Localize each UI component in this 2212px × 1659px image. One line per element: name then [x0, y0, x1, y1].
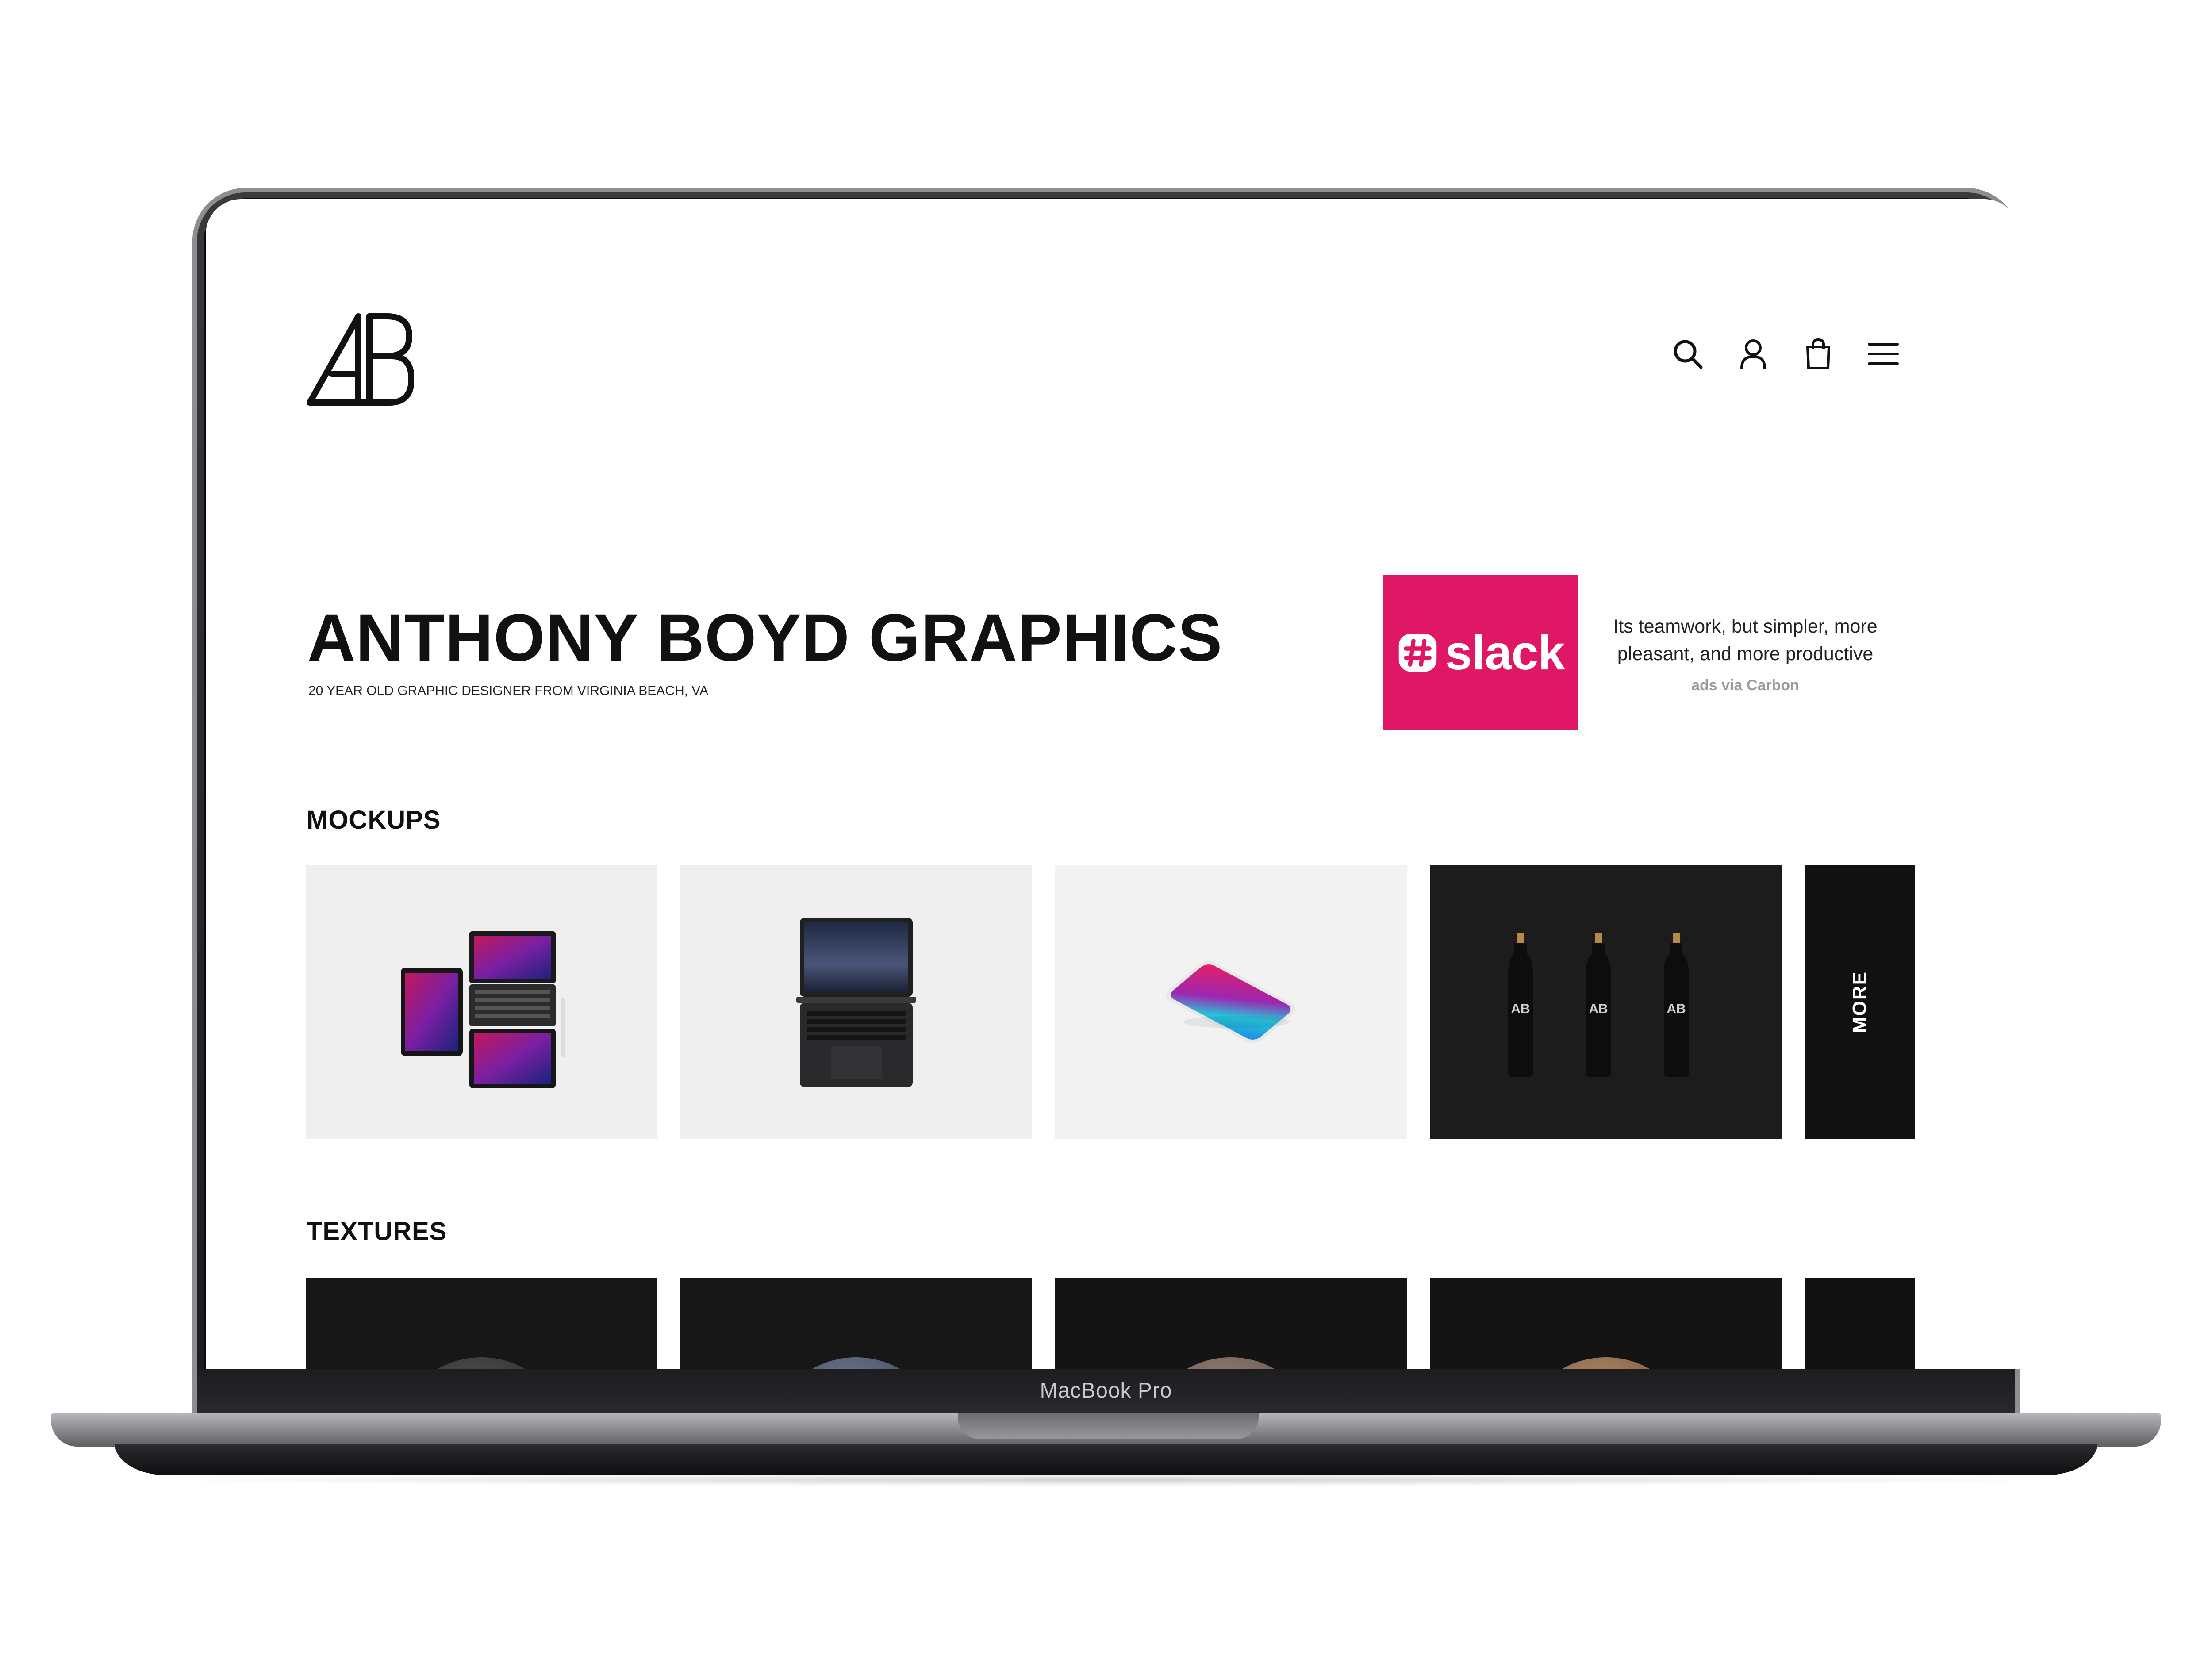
texture-card-blue-fabric[interactable]: [680, 1278, 1032, 1369]
wood-sphere-image: [1186, 1357, 1275, 1369]
more-label: MORE: [1849, 971, 1870, 1033]
hero-title: ANTHONY BOYD GRAPHICS: [307, 600, 1223, 675]
texture-card-light-wood[interactable]: [1430, 1278, 1782, 1369]
ad-copy[interactable]: Its teamwork, but simpler, more pleasant…: [1613, 613, 1878, 668]
macbook-pro-label: MacBook Pro: [1040, 1379, 1172, 1402]
section-heading-textures: TEXTURES: [307, 1217, 447, 1246]
section-heading-mockups: MOCKUPS: [307, 806, 441, 834]
macbook-top-view-image: [796, 918, 916, 1087]
ab-logo[interactable]: [305, 312, 414, 407]
ad-via-carbon[interactable]: ads via Carbon: [1679, 677, 1812, 694]
user-icon[interactable]: [1736, 336, 1771, 372]
more-mockups-button[interactable]: MORE: [1805, 865, 1915, 1139]
bottle-logo-3: AB: [1667, 1002, 1686, 1016]
mockup-card-iphone[interactable]: [1055, 865, 1407, 1139]
mockup-card-macbook[interactable]: [680, 865, 1032, 1139]
laptop-screen: ANTHONY BOYD GRAPHICS 20 YEAR OLD GRAPHI…: [206, 199, 2020, 1369]
slack-ad-banner[interactable]: slack: [1383, 575, 1578, 730]
texture-card-dark-fabric[interactable]: [306, 1278, 657, 1369]
ad-brand-name: slack: [1445, 625, 1565, 680]
more-textures-button[interactable]: [1805, 1278, 1915, 1369]
bottle-logo-2: AB: [1589, 1002, 1608, 1016]
iphone-isometric-image: [1166, 961, 1296, 1043]
dark-fabric-sphere-image: [437, 1357, 526, 1369]
mockup-card-ipads[interactable]: [306, 865, 657, 1139]
slack-hashtag-icon: [1399, 634, 1437, 672]
laptop-base-foot: [115, 1444, 2097, 1475]
laptop-shadow: [133, 1473, 2079, 1486]
blue-fabric-sphere-image: [811, 1357, 901, 1369]
light-wood-sphere-image: [1561, 1357, 1651, 1369]
laptop-open-notch: [958, 1413, 1259, 1439]
mockup-card-bottles[interactable]: AB AB AB: [1430, 865, 1782, 1139]
black-bottles-image: AB AB AB: [1508, 933, 1689, 1077]
shopping-bag-icon[interactable]: [1801, 336, 1836, 372]
texture-card-wood[interactable]: [1055, 1278, 1407, 1369]
bottle-logo-1: AB: [1511, 1002, 1530, 1016]
hero-subtitle: 20 YEAR OLD GRAPHIC DESIGNER FROM VIRGIN…: [308, 684, 709, 698]
ipad-devices-image: [401, 931, 565, 1088]
menu-icon[interactable]: [1866, 336, 1901, 372]
search-icon[interactable]: [1670, 336, 1705, 372]
